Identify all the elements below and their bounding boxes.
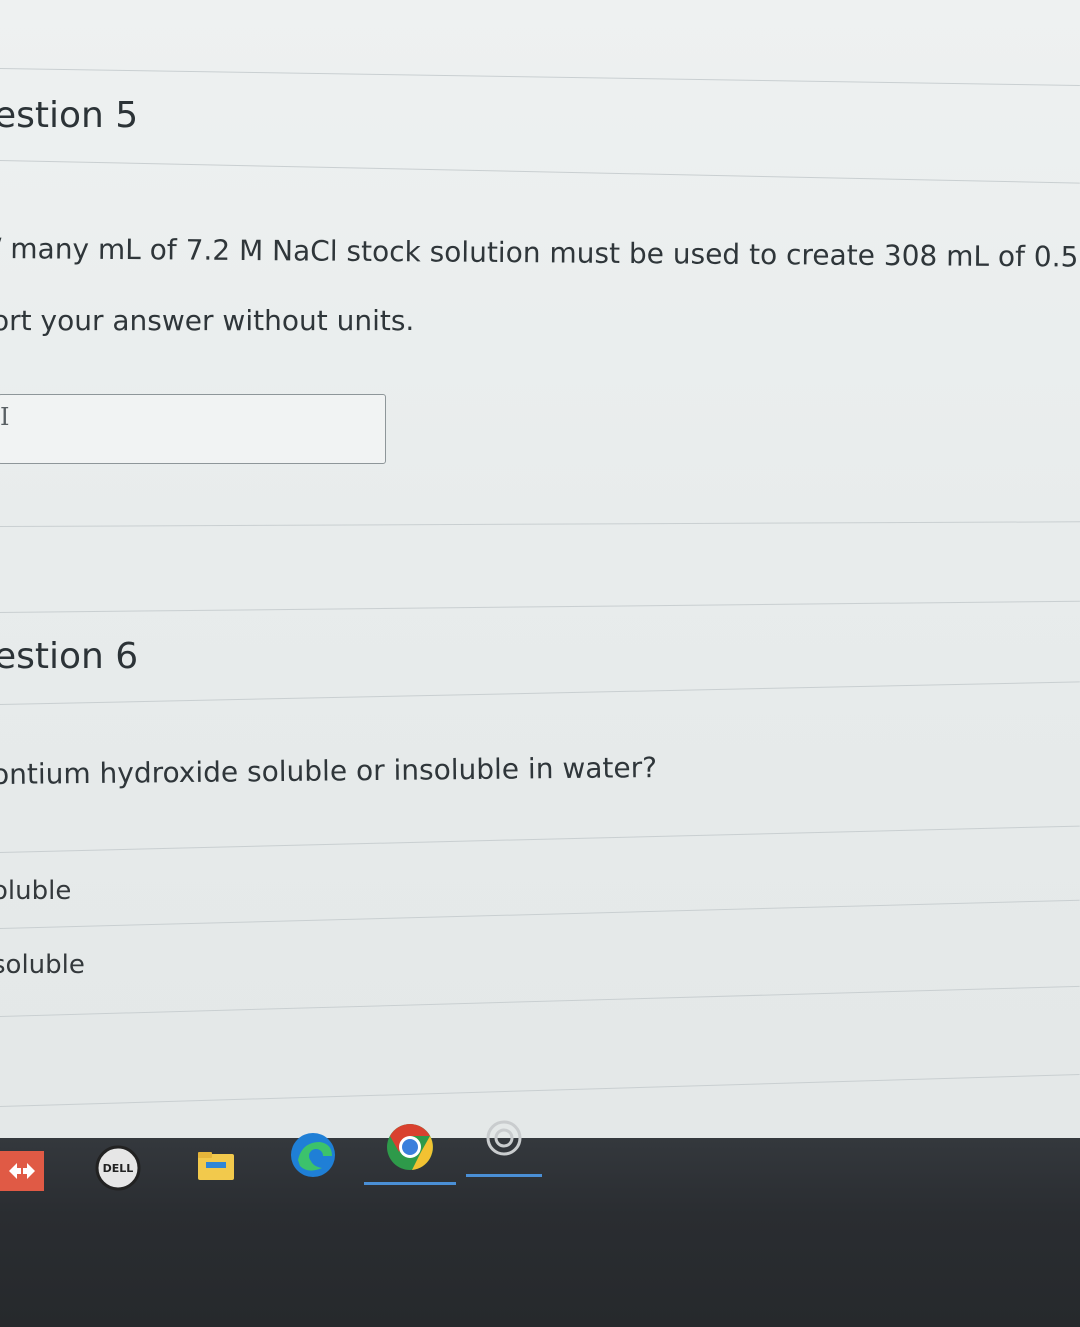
text-cursor-icon: I — [0, 403, 10, 431]
file-explorer-icon[interactable] — [196, 1148, 236, 1184]
question-5-heading: estion 5 — [0, 95, 139, 136]
webcam-app-icon[interactable] — [482, 1116, 526, 1160]
options-middle-divider — [0, 899, 1080, 929]
answer-input[interactable] — [0, 394, 386, 464]
options-top-divider — [0, 825, 1080, 853]
question-6-top-divider — [0, 600, 1080, 613]
options-bottom-divider — [0, 985, 1080, 1017]
dell-logo-text: DELL — [102, 1161, 134, 1175]
taskbar: DELL — [0, 1120, 1080, 1327]
question-6-heading: estion 6 — [0, 636, 139, 677]
question-6-header-divider — [0, 681, 1080, 705]
question-6-text: ontium hydroxide soluble or insoluble in… — [0, 751, 658, 791]
top-divider — [0, 68, 1080, 86]
chrome-active-indicator — [364, 1182, 456, 1185]
option-soluble[interactable]: oluble — [0, 876, 71, 906]
edge-icon[interactable] — [288, 1130, 338, 1180]
dell-icon[interactable]: DELL — [94, 1144, 142, 1192]
chrome-icon[interactable] — [385, 1122, 435, 1172]
webcam-active-indicator — [466, 1174, 542, 1177]
expand-arrows-icon[interactable] — [0, 1151, 44, 1191]
browser-viewport: estion 5 / many mL of 7.2 M NaCl stock s… — [0, 0, 1080, 1212]
question-5-header-divider — [0, 160, 1080, 184]
question-5-instruction: ort your answer without units. — [0, 304, 415, 337]
question-5-text: / many mL of 7.2 M NaCl stock solution m… — [0, 232, 1080, 274]
question-5-footer-divider — [0, 521, 1080, 527]
option-insoluble[interactable]: soluble — [0, 950, 85, 980]
page-bottom-divider — [0, 1073, 1080, 1107]
